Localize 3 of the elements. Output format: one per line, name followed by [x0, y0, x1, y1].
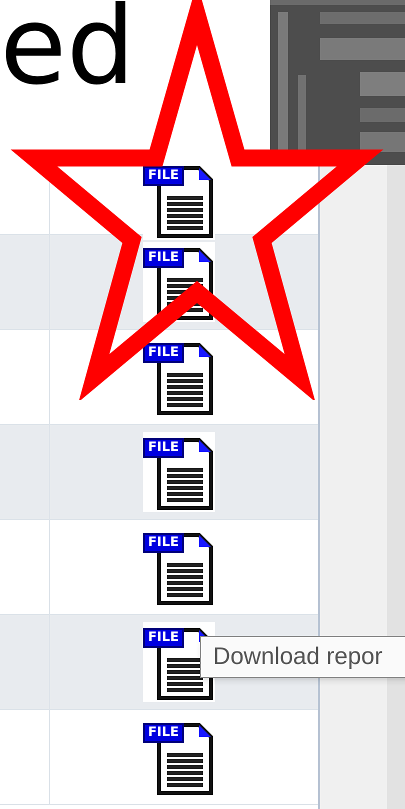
tooltip: Download repor: [200, 636, 405, 678]
heading: ed: [0, 0, 135, 102]
file-icon[interactable]: FILE: [143, 432, 215, 512]
